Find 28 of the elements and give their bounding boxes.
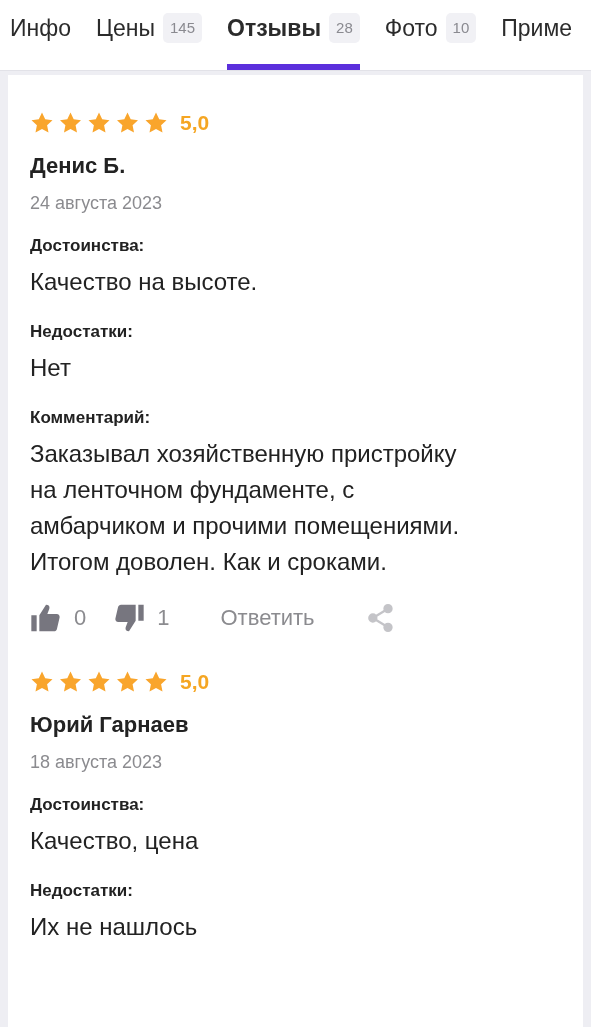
section-label: Достоинства: (30, 795, 146, 815)
section-text: Качество, цена (30, 826, 200, 856)
dislike-count: 1 (157, 605, 170, 631)
rating-value: 5,0 (180, 111, 210, 135)
section-label: Комментарий: (30, 408, 152, 428)
like-count: 0 (74, 605, 87, 631)
count-badge: 145 (163, 13, 203, 43)
rating-value: 5,0 (180, 670, 210, 694)
section-text: Качество на высоте. (30, 267, 259, 297)
section-label: Недостатки: (30, 322, 134, 342)
section-text: Их не нашлось (30, 912, 199, 942)
count-badge: 28 (329, 13, 360, 43)
author-name: Денис Б. (30, 153, 127, 179)
section-label: Недостатки: (30, 881, 134, 901)
count-badge: 10 (445, 13, 477, 43)
tab[interactable]: Цены 145 (95, 0, 203, 70)
tab[interactable]: Отзывы 28 (227, 0, 360, 70)
review-date: 24 августа 2023 (30, 193, 164, 214)
review-date: 18 августа 2023 (30, 752, 164, 773)
section-text: Заказывал хозяйственную пристройку на ленточном фундаменте, с амбарчиком и прочими помещениями. Итогом доволен. Как и сроками. (30, 439, 461, 577)
section-label: Достоинства: (30, 236, 146, 256)
tab[interactable]: Фото 10 (384, 0, 477, 70)
tab[interactable]: Приме (501, 0, 573, 70)
tab[interactable]: Инфо (10, 0, 71, 70)
thumbs-up-icon[interactable] (30, 602, 62, 634)
author-name: Юрий Гарнаев (30, 712, 190, 738)
section-text: Нет (30, 353, 72, 383)
thumbs-down-icon[interactable] (113, 602, 146, 634)
